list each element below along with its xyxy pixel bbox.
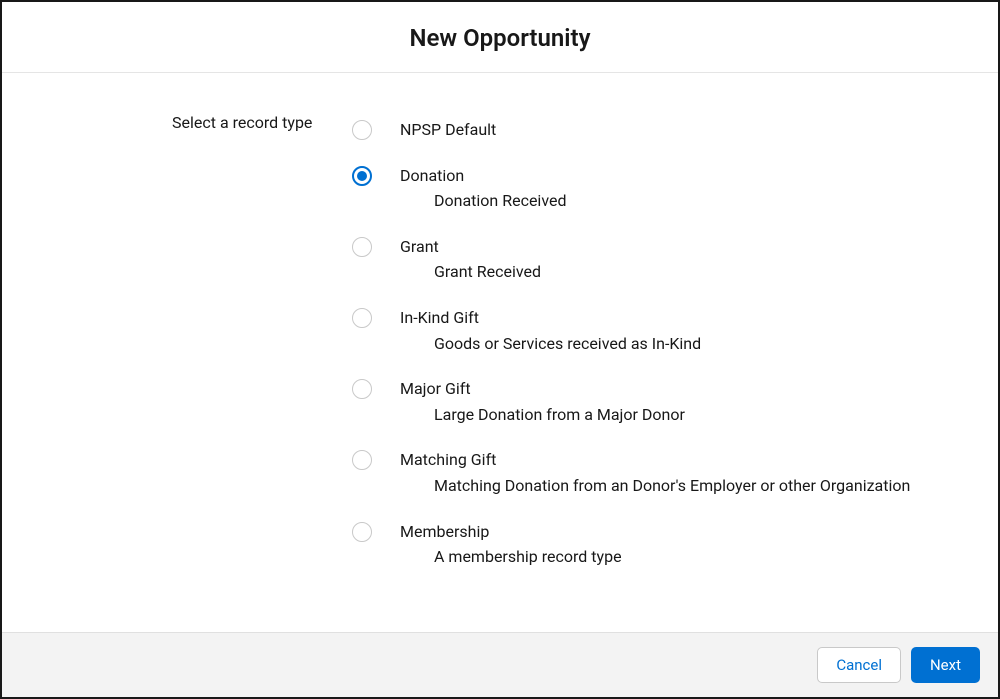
option-description: A membership record type xyxy=(400,546,622,568)
radio-button[interactable] xyxy=(352,308,372,328)
record-type-option[interactable]: Matching Gift Matching Donation from an D… xyxy=(352,437,978,508)
record-type-option[interactable]: Major Gift Large Donation from a Major Do… xyxy=(352,366,978,437)
option-description: Donation Received xyxy=(400,190,566,212)
record-type-option[interactable]: Donation Donation Received xyxy=(352,153,978,224)
modal-body: Select a record type NPSP Default Donatio… xyxy=(2,73,998,632)
option-label: Matching Gift xyxy=(400,449,910,471)
record-type-options: NPSP Default Donation Donation Received Gra… xyxy=(352,107,978,580)
modal-footer: Cancel Next xyxy=(2,632,998,697)
option-label: In-Kind Gift xyxy=(400,307,701,329)
record-type-field-label: Select a record type xyxy=(22,113,352,132)
option-text: Grant Grant Received xyxy=(400,236,541,283)
option-text: In-Kind Gift Goods or Services received a… xyxy=(400,307,701,354)
option-label: Donation xyxy=(400,165,566,187)
radio-button[interactable] xyxy=(352,522,372,542)
option-text: Membership A membership record type xyxy=(400,521,622,568)
option-description: Matching Donation from an Donor's Employ… xyxy=(400,475,910,497)
modal-header: New Opportunity xyxy=(2,2,998,73)
option-text: NPSP Default xyxy=(400,119,496,141)
record-type-option[interactable]: NPSP Default xyxy=(352,107,978,153)
cancel-button[interactable]: Cancel xyxy=(817,647,901,683)
next-button[interactable]: Next xyxy=(911,647,980,683)
radio-button[interactable] xyxy=(352,379,372,399)
new-opportunity-modal: New Opportunity Select a record type NPS… xyxy=(0,0,1000,699)
option-label: Membership xyxy=(400,521,622,543)
option-label: Major Gift xyxy=(400,378,685,400)
radio-button[interactable] xyxy=(352,166,372,186)
option-label: NPSP Default xyxy=(400,119,496,141)
option-description: Goods or Services received as In-Kind xyxy=(400,333,701,355)
radio-button[interactable] xyxy=(352,450,372,470)
record-type-option[interactable]: Membership A membership record type xyxy=(352,509,978,580)
option-description: Large Donation from a Major Donor xyxy=(400,404,685,426)
radio-button[interactable] xyxy=(352,120,372,140)
modal-title: New Opportunity xyxy=(2,24,998,52)
option-text: Matching Gift Matching Donation from an D… xyxy=(400,449,910,496)
option-label: Grant xyxy=(400,236,541,258)
option-description: Grant Received xyxy=(400,261,541,283)
radio-button[interactable] xyxy=(352,237,372,257)
option-text: Donation Donation Received xyxy=(400,165,566,212)
record-type-option[interactable]: Grant Grant Received xyxy=(352,224,978,295)
record-type-option[interactable]: In-Kind Gift Goods or Services received a… xyxy=(352,295,978,366)
option-text: Major Gift Large Donation from a Major Do… xyxy=(400,378,685,425)
